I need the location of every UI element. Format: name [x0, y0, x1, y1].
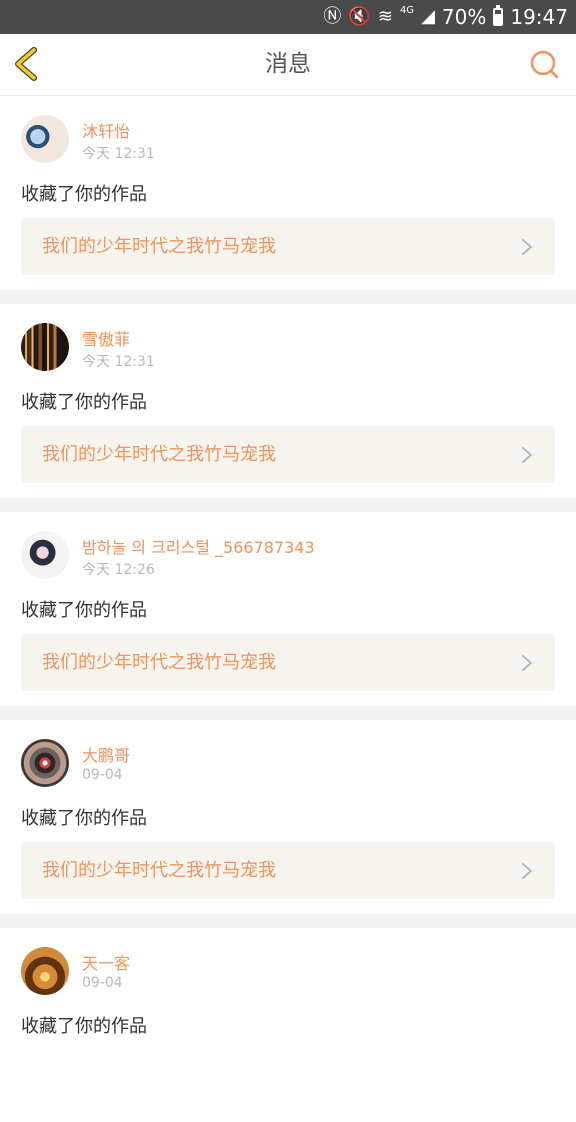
username[interactable]: 雪傲菲 [82, 326, 130, 350]
search-icon [530, 50, 559, 79]
section-separator [0, 498, 576, 512]
username[interactable]: 沐轩怡 [82, 118, 130, 142]
message-time: 09-04 [82, 975, 123, 991]
chevron-right-icon [522, 239, 532, 255]
message-action: 收藏了你的作品 [21, 184, 147, 205]
status-bar: Ⓝ 🔇 ≋ 4G ◢ 70% 19:47 [0, 0, 576, 34]
avatar[interactable] [21, 323, 69, 371]
mute-icon: 🔇 [348, 6, 371, 27]
work-link[interactable]: 我们的少年时代之我竹马宠我 [21, 426, 555, 483]
message-card: 大鹏哥 09-04 收藏了你的作品 我们的少年时代之我竹马宠我 [0, 720, 576, 914]
work-title: 我们的少年时代之我竹马宠我 [42, 652, 276, 673]
battery-level-fill [495, 14, 502, 24]
work-link[interactable]: 我们的少年时代之我竹马宠我 [21, 634, 555, 691]
username[interactable]: 天一客 [82, 950, 130, 974]
chevron-right-icon [522, 655, 532, 671]
message-card: 밤하늘 의 크리스털 _566787343 今天 12:26 收藏了你的作品 我… [0, 512, 576, 706]
message-time: 今天 12:31 [82, 146, 155, 162]
message-card: 沐轩怡 今天 12:31 收藏了你的作品 我们的少年时代之我竹马宠我 [0, 96, 576, 290]
wifi-icon: ≋ [377, 6, 393, 27]
section-separator [0, 290, 576, 304]
username[interactable]: 밤하늘 의 크리스털 _566787343 [82, 534, 315, 558]
message-action: 收藏了你的作品 [21, 808, 147, 829]
chevron-right-icon [522, 863, 532, 879]
avatar[interactable] [21, 115, 69, 163]
work-link[interactable]: 我们的少年时代之我竹马宠我 [21, 218, 555, 275]
username[interactable]: 大鹏哥 [82, 742, 130, 766]
page-title: 消息 [265, 51, 311, 77]
signal-icon: ◢ [421, 6, 435, 27]
clock: 19:47 [510, 5, 568, 29]
message-time: 今天 12:26 [82, 562, 155, 578]
section-separator [0, 706, 576, 720]
work-link[interactable]: 我们的少年时代之我竹马宠我 [21, 842, 555, 899]
message-time: 09-04 [82, 767, 123, 783]
message-action: 收藏了你的作品 [21, 600, 147, 621]
avatar[interactable] [21, 739, 69, 787]
chevron-right-icon [522, 447, 532, 463]
message-time: 今天 12:31 [82, 354, 155, 370]
avatar[interactable] [21, 947, 69, 995]
battery-icon [493, 5, 504, 26]
nfc-icon: Ⓝ [323, 6, 342, 27]
message-feed: 沐轩怡 今天 12:31 收藏了你的作品 我们的少年时代之我竹马宠我 雪傲菲 今… [0, 96, 576, 1122]
battery-percent: 70% [441, 5, 487, 29]
work-title: 我们的少年时代之我竹马宠我 [42, 860, 276, 881]
work-title: 我们的少年时代之我竹马宠我 [42, 444, 276, 465]
message-action: 收藏了你的作品 [21, 392, 147, 413]
avatar[interactable] [21, 531, 69, 579]
network-label: 4G [399, 5, 415, 16]
work-title: 我们的少年时代之我竹马宠我 [42, 236, 276, 257]
message-card: 天一客 09-04 收藏了你的作品 [0, 928, 576, 1122]
search-button[interactable] [528, 48, 560, 80]
app-header: 消息 [0, 34, 576, 96]
status-icons: Ⓝ 🔇 ≋ 4G ◢ 70% 19:47 [323, 0, 568, 34]
message-action: 收藏了你的作品 [21, 1016, 147, 1037]
message-card: 雪傲菲 今天 12:31 收藏了你的作品 我们的少年时代之我竹马宠我 [0, 304, 576, 498]
section-separator [0, 914, 576, 928]
